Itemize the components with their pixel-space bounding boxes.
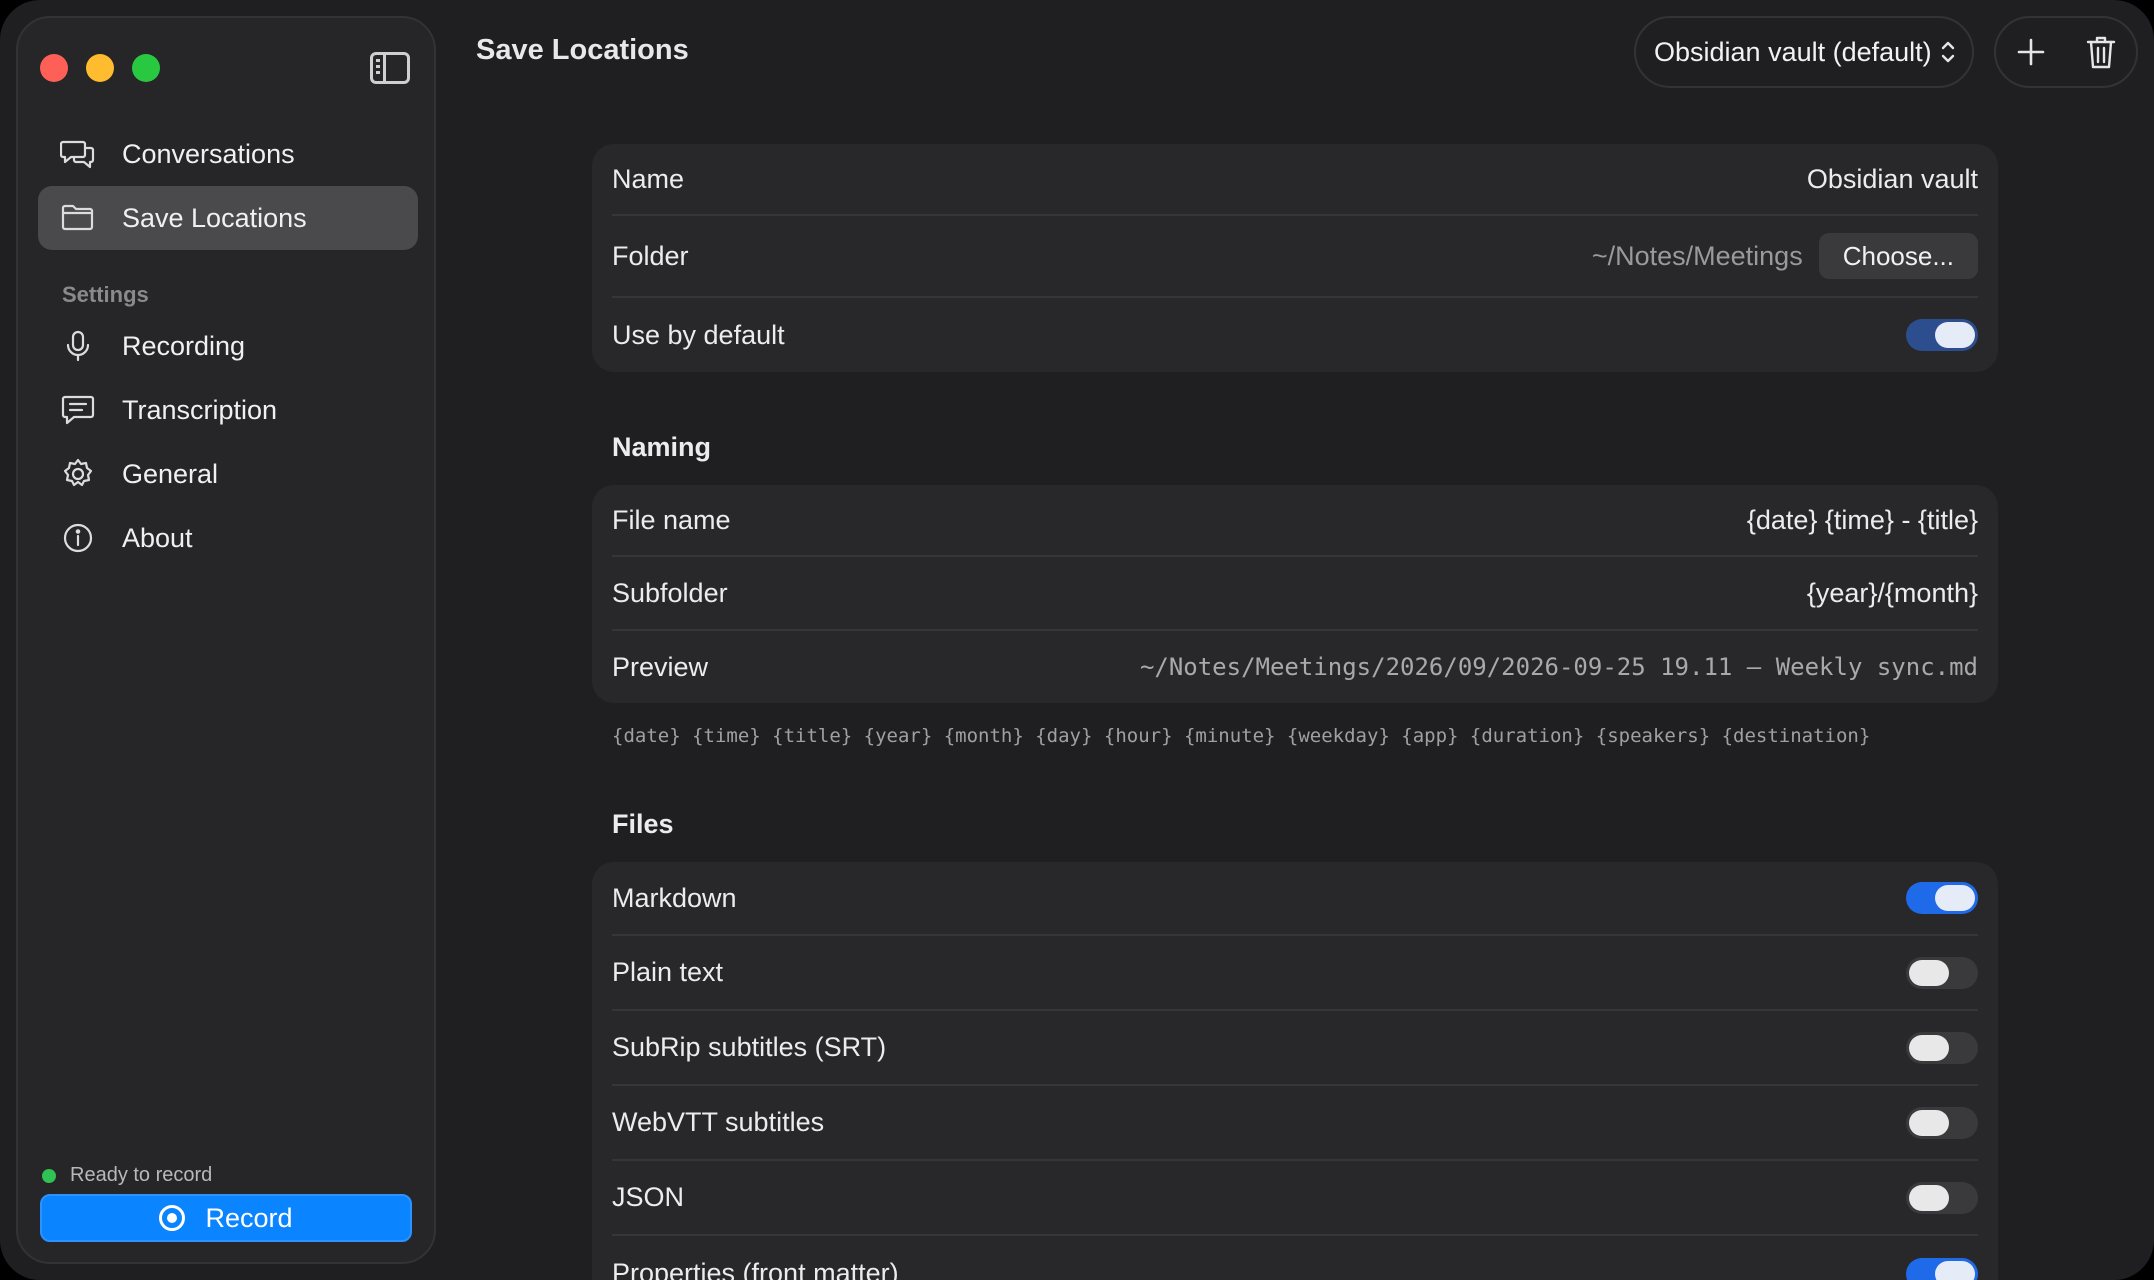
file-format-label: WebVTT subtitles xyxy=(612,1107,825,1137)
front-matter-toggle[interactable] xyxy=(1906,1257,1978,1280)
header-actions xyxy=(1994,16,2138,88)
status-dot-icon xyxy=(42,1168,56,1183)
folder-icon xyxy=(58,200,98,236)
file-format-label: SubRip subtitles (SRT) xyxy=(612,1032,887,1062)
sidebar-item-label: Conversations xyxy=(122,138,295,169)
delete-location-button[interactable] xyxy=(2081,32,2121,72)
file-format-row: Markdown xyxy=(612,862,1978,936)
info-icon xyxy=(58,520,98,556)
webvtt-toggle[interactable] xyxy=(1906,1106,1978,1139)
sidebar-item-label: General xyxy=(122,458,219,489)
file-format-row: JSON xyxy=(612,1161,1978,1236)
subfolder-label: Subfolder xyxy=(612,577,728,608)
vault-select-value: Obsidian vault (default) xyxy=(1654,36,1932,67)
sidebar-item-transcription[interactable]: Transcription xyxy=(38,378,418,442)
use-by-default-toggle[interactable] xyxy=(1906,319,1978,351)
preview-path: ~/Notes/Meetings/2026/09/2026-09-25 19.1… xyxy=(1139,653,1978,681)
vault-select[interactable]: Obsidian vault (default) xyxy=(1634,16,1974,88)
sidebar-toggle-icon[interactable] xyxy=(370,52,410,84)
preview-row: Preview ~/Notes/Meetings/2026/09/2026-09… xyxy=(612,631,1978,703)
folder-path: ~/Notes/Meetings xyxy=(1591,240,1803,271)
app-window: Conversations Save Locations Settings Re… xyxy=(0,0,2154,1280)
location-card: Name Obsidian vault Folder ~/Notes/Meeti… xyxy=(592,144,1998,372)
file-format-label: Plain text xyxy=(612,957,724,987)
sidebar-item-label: Save Locations xyxy=(122,202,307,233)
name-field[interactable]: Obsidian vault xyxy=(1807,164,1978,195)
save-location-settings: Name Obsidian vault Folder ~/Notes/Meeti… xyxy=(592,144,1998,1280)
default-row: Use by default xyxy=(612,298,1978,372)
add-location-button[interactable] xyxy=(2011,32,2051,72)
trash-icon xyxy=(2086,36,2116,69)
folder-label: Folder xyxy=(612,240,689,271)
file-format-label: Properties (front matter) xyxy=(612,1258,899,1280)
markdown-toggle[interactable] xyxy=(1906,882,1978,914)
folder-control: ~/Notes/Meetings Choose... xyxy=(1592,233,1978,279)
record-button[interactable]: Record xyxy=(40,1194,412,1242)
choose-folder-button[interactable]: Choose... xyxy=(1818,233,1978,279)
file-format-row: SubRip subtitles (SRT) xyxy=(612,1011,1978,1086)
settings-section-label: Settings xyxy=(62,282,149,307)
files-card: Markdown Plain text SubRip subtitles (SR… xyxy=(592,862,1998,1280)
default-label: Use by default xyxy=(612,319,785,350)
page-title: Save Locations xyxy=(476,34,689,66)
plain-text-toggle[interactable] xyxy=(1906,956,1978,989)
folder-row: Folder ~/Notes/Meetings Choose... xyxy=(612,216,1978,298)
microphone-icon xyxy=(58,328,98,364)
zoom-window-button[interactable] xyxy=(132,54,160,82)
sidebar-item-conversations[interactable]: Conversations xyxy=(38,122,418,186)
sidebar-nav-main: Conversations Save Locations xyxy=(38,122,418,250)
preview-label: Preview xyxy=(612,651,709,682)
sidebar-item-label: About xyxy=(122,522,193,553)
sidebar-item-label: Recording xyxy=(122,330,246,361)
files-heading: Files xyxy=(612,809,674,839)
subfolder-row: Subfolder {year}/{month} xyxy=(612,557,1978,631)
chat-bubbles-icon xyxy=(58,136,98,172)
file-name-row: File name {date} {time} - {title} xyxy=(612,485,1978,557)
sidebar: Conversations Save Locations Settings Re… xyxy=(16,16,436,1264)
json-toggle[interactable] xyxy=(1906,1181,1978,1214)
name-label: Name xyxy=(612,163,685,194)
file-format-row: Properties (front matter) xyxy=(612,1236,1978,1280)
file-format-row: Plain text xyxy=(612,936,1978,1011)
sidebar-item-recording[interactable]: Recording xyxy=(38,314,418,378)
file-name-field[interactable]: {date} {time} - {title} xyxy=(1747,505,1978,536)
subfolder-field[interactable]: {year}/{month} xyxy=(1807,578,1978,609)
minimize-window-button[interactable] xyxy=(86,54,114,82)
status-text: Ready to record xyxy=(70,1164,213,1186)
name-row: Name Obsidian vault xyxy=(612,144,1978,216)
file-name-label: File name xyxy=(612,504,731,535)
file-format-label: Markdown xyxy=(612,882,737,913)
transcript-icon xyxy=(58,392,98,428)
srt-toggle[interactable] xyxy=(1906,1031,1978,1064)
sidebar-item-about[interactable]: About xyxy=(38,506,418,570)
naming-card: File name {date} {time} - {title} Subfol… xyxy=(592,485,1998,703)
naming-heading: Naming xyxy=(612,432,712,462)
sidebar-item-general[interactable]: General xyxy=(38,442,418,506)
sidebar-item-save-locations[interactable]: Save Locations xyxy=(38,186,418,250)
window-controls xyxy=(40,54,160,82)
record-button-label: Record xyxy=(205,1202,293,1233)
close-window-button[interactable] xyxy=(40,54,68,82)
sidebar-item-label: Transcription xyxy=(122,394,278,425)
gear-icon xyxy=(58,456,98,492)
record-icon xyxy=(159,1205,186,1231)
chevron-updown-icon xyxy=(1940,39,1956,65)
sidebar-nav-settings: Recording Transcription General About xyxy=(38,314,418,570)
file-format-label: JSON xyxy=(612,1182,685,1212)
record-status: Ready to record xyxy=(42,1164,212,1187)
plus-icon xyxy=(2017,38,2045,66)
token-hint: {date} {time} {title} {year} {month} {da… xyxy=(612,725,1871,747)
file-format-row: WebVTT subtitles xyxy=(612,1086,1978,1161)
